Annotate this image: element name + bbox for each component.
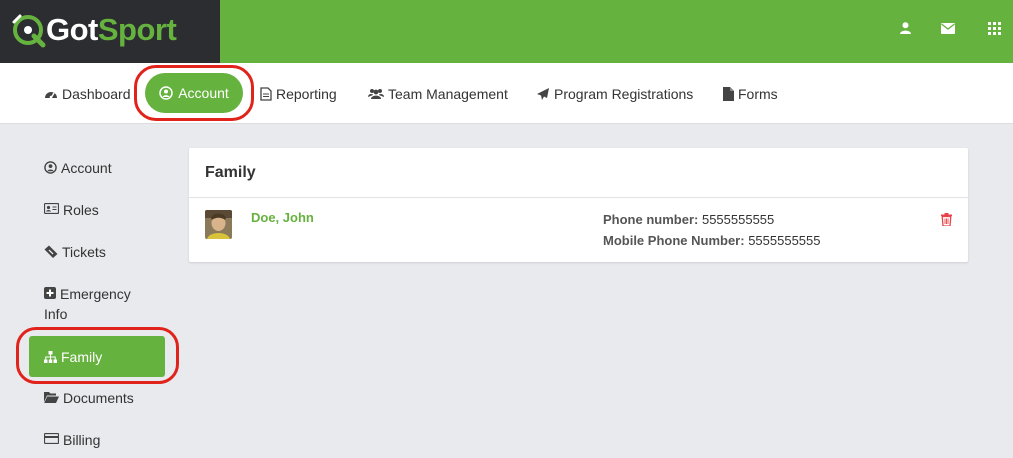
user-icon[interactable] <box>896 19 914 37</box>
user-circle-icon <box>159 86 173 100</box>
sitemap-icon <box>44 350 57 363</box>
sidebar-item-emergency-info[interactable]: Emergency <box>44 284 131 304</box>
sidebar-item-tickets[interactable]: Tickets <box>44 242 106 262</box>
nav-team-management[interactable]: Team Management <box>368 63 508 124</box>
paper-plane-icon <box>537 87 549 100</box>
mobile-number-row: Mobile Phone Number: 5555555555 <box>603 233 821 248</box>
mobile-number-value: 5555555555 <box>748 233 821 248</box>
mobile-number-label: Mobile Phone Number: <box>603 233 745 248</box>
dashboard-icon <box>45 92 57 99</box>
sidebar-item-family[interactable]: Family <box>29 336 165 377</box>
folder-open-icon <box>44 392 59 403</box>
document-icon <box>260 86 272 101</box>
phone-number-label: Phone number: <box>603 212 699 227</box>
logo-mark-icon <box>12 14 46 48</box>
envelope-icon[interactable] <box>939 19 957 37</box>
file-icon <box>723 86 734 101</box>
sidebar-item-roles[interactable]: Roles <box>44 200 99 220</box>
top-bar: GotSport <box>0 0 1013 63</box>
user-circle-icon <box>44 161 57 174</box>
nav-forms[interactable]: Forms <box>723 63 778 124</box>
nav-program-registrations[interactable]: Program Registrations <box>536 63 693 124</box>
brand-name: GotSport <box>46 12 177 47</box>
member-name-link[interactable]: Doe, John <box>251 210 314 225</box>
sidebar-item-billing[interactable]: Billing <box>44 430 100 450</box>
family-card: Family Doe, John Phone number: 555555555… <box>189 148 968 262</box>
nav-reporting[interactable]: Reporting <box>260 63 337 124</box>
emergency-label-line2: Info <box>44 306 68 322</box>
emergency-label-line1: Emergency <box>60 286 131 302</box>
apps-grid-icon[interactable] <box>985 19 1003 37</box>
card-divider <box>189 197 968 198</box>
plus-square-icon <box>44 287 56 299</box>
nav-dashboard[interactable]: Dashboard <box>44 63 131 124</box>
users-icon <box>368 88 384 99</box>
avatar <box>205 210 232 239</box>
id-card-icon <box>44 203 59 214</box>
phone-number-value: 5555555555 <box>701 212 775 227</box>
card-title: Family <box>205 164 256 181</box>
trash-icon[interactable] <box>941 213 952 226</box>
phone-number-row: Phone number: 5555555555 <box>603 212 774 227</box>
sidebar-item-account[interactable]: Account <box>44 158 112 178</box>
brand-logo[interactable]: GotSport <box>0 0 220 63</box>
sidebar-item-emergency-info-line2[interactable]: Info <box>44 304 67 324</box>
main-nav: Dashboard Account Reporting Team Managem… <box>0 63 1013 124</box>
credit-card-icon <box>44 433 59 444</box>
ticket-icon <box>44 245 58 258</box>
sidebar-item-documents[interactable]: Documents <box>44 388 134 408</box>
nav-account[interactable]: Account <box>145 73 243 113</box>
